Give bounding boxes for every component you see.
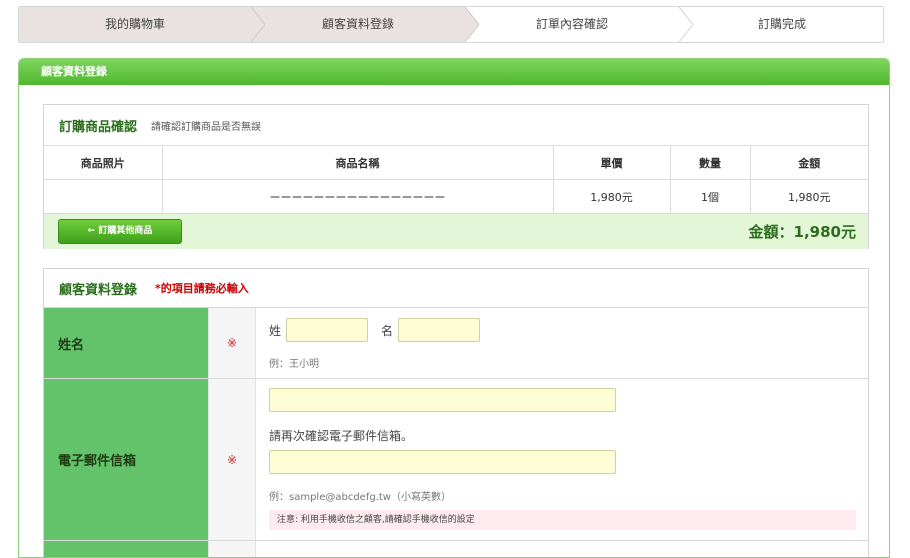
next-field-mark — [208, 541, 256, 557]
email-confirm-label: 請再次確認電子郵件信箱。 — [269, 429, 414, 443]
name-row: 姓名 ※ 姓 名 例：王小明 — [44, 307, 868, 378]
step-customer-info: 顧客資料登錄 — [251, 7, 465, 42]
order-confirm-title: 訂購商品確認 — [59, 119, 138, 135]
email-confirm-input[interactable] — [269, 450, 616, 474]
table-row: ーーーーーーーーーーーーーーーー 1,980元 1個 1,980元 — [44, 179, 868, 214]
item-price: 1,980元 — [553, 179, 671, 214]
continue-shopping-button[interactable]: ← 訂購其他商品 — [58, 219, 182, 244]
step-cart[interactable]: 我的購物車 — [19, 7, 251, 42]
email-label: 電子郵件信箱 — [44, 379, 208, 540]
first-name-input[interactable] — [398, 318, 480, 342]
col-price: 單價 — [553, 145, 671, 180]
last-name-label: 姓 — [269, 324, 282, 338]
checkout-steps: 我的購物車 顧客資料登錄 訂單內容確認 訂購完成 — [18, 6, 884, 43]
customer-registration-panel: 顧客資料登錄 訂購商品確認 請確認訂購商品是否無誤 商品照片 商品名稱 單價 數… — [18, 58, 890, 558]
name-hint: 例：王小明 — [269, 359, 319, 370]
email-fields: 請再次確認電子郵件信箱。 例：sample@abcdefg.tw（小寫英數） 注… — [256, 379, 868, 540]
order-total: 金額：1,980元 — [748, 223, 856, 241]
order-items-table: 商品照片 商品名稱 單價 數量 金額 ーーーーーーーーーーーーーーーー 1,98… — [44, 145, 868, 214]
order-confirm-subtitle: 請確認訂購商品是否無誤 — [151, 121, 262, 133]
item-qty: 1個 — [670, 179, 751, 214]
item-amount: 1,980元 — [750, 179, 868, 214]
name-fields: 姓 名 例：王小明 — [256, 308, 868, 378]
next-field-label — [44, 541, 208, 557]
order-confirm-section: 訂購商品確認 請確認訂購商品是否無誤 商品照片 商品名稱 單價 數量 金額 ーー… — [43, 104, 869, 249]
panel-title: 顧客資料登錄 — [19, 59, 889, 85]
required-mark: ※ — [208, 308, 256, 378]
col-name: 商品名稱 — [162, 145, 554, 180]
last-name-input[interactable] — [286, 318, 368, 342]
chevron-right-icon — [449, 7, 479, 42]
order-total-bar: ← 訂購其他商品 金額：1,980元 — [44, 213, 868, 249]
email-row: 電子郵件信箱 ※ 請再次確認電子郵件信箱。 例：sample@abcdefg.t… — [44, 378, 868, 540]
first-name-label: 名 — [381, 324, 394, 338]
chevron-right-icon — [678, 7, 693, 42]
email-input[interactable] — [269, 388, 616, 412]
email-hint: 例：sample@abcdefg.tw（小寫英數） — [269, 492, 451, 503]
name-label: 姓名 — [44, 308, 208, 378]
customer-info-header: 顧客資料登錄 *的項目請務必輸入 — [44, 269, 868, 307]
table-header-row: 商品照片 商品名稱 單價 數量 金額 — [44, 145, 868, 180]
col-amount: 金額 — [750, 145, 868, 180]
item-name: ーーーーーーーーーーーーーーーー — [162, 179, 554, 214]
item-photo — [44, 179, 163, 214]
next-field-row — [44, 540, 868, 557]
step-order-confirm: 訂單內容確認 — [465, 7, 679, 42]
order-confirm-header: 訂購商品確認 請確認訂購商品是否無誤 — [44, 105, 868, 145]
required-mark: ※ — [208, 379, 256, 540]
customer-info-title: 顧客資料登錄 — [59, 282, 138, 298]
customer-info-section: 顧客資料登錄 *的項目請務必輸入 姓名 ※ 姓 名 例：王小明 電子郵件信箱 ※… — [43, 268, 869, 557]
chevron-right-icon — [235, 7, 265, 42]
col-photo: 商品照片 — [44, 145, 163, 180]
email-note: 注意: 利用手機收信之顧客,請確認手機收信的設定 — [269, 510, 856, 530]
col-qty: 數量 — [670, 145, 751, 180]
required-fields-note: *的項目請務必輸入 — [155, 282, 249, 295]
step-complete: 訂購完成 — [679, 7, 883, 42]
